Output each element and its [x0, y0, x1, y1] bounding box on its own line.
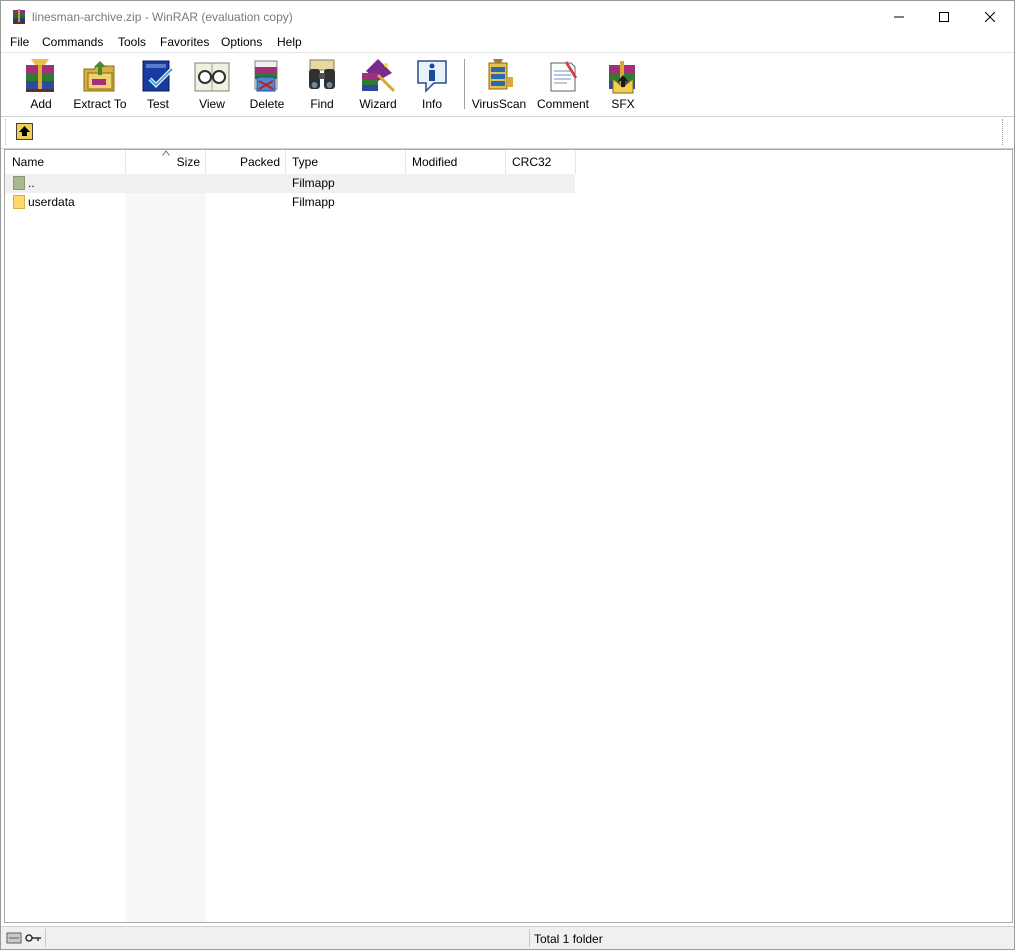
table-row[interactable]: .. Filmapp [5, 174, 575, 193]
sorted-column-background [126, 150, 206, 922]
up-folder-icon[interactable] [16, 123, 33, 140]
extract-folder-icon [83, 61, 115, 92]
column-header-crc32-label: CRC32 [512, 155, 552, 169]
menu-file[interactable]: File [10, 35, 29, 49]
minimize-button[interactable] [876, 1, 922, 33]
add-archive-icon [26, 59, 54, 92]
column-header-type[interactable]: Type [286, 150, 406, 174]
column-header-packed-label: Packed [239, 155, 280, 169]
toolbar-virusscan-button[interactable]: VirusScan [471, 57, 527, 113]
toolbar-sfx-label: SFX [611, 97, 635, 111]
info-icon [417, 60, 447, 93]
file-list[interactable]: Name Size Packed Type Modified CRC32 .. … [4, 149, 1013, 923]
toolbar-wizard-button[interactable]: Wizard [355, 57, 401, 113]
toolbar-delete-label: Delete [249, 97, 285, 111]
toolbar-sfx-button[interactable]: SFX [601, 57, 645, 113]
column-header-modified-label: Modified [412, 155, 458, 169]
status-bar: Total 1 folder [1, 926, 1014, 949]
table-row[interactable]: userdata Filmapp [5, 193, 575, 212]
binoculars-icon [309, 59, 335, 89]
view-glasses-icon [194, 62, 230, 92]
toolbar-separator [464, 59, 465, 109]
folder-icon [13, 195, 25, 209]
toolbar-info-label: Info [421, 97, 442, 111]
toolbar-add-label: Add [30, 97, 52, 111]
toolbar-delete-button[interactable]: Delete [245, 57, 289, 113]
menu-options[interactable]: Options [221, 35, 262, 49]
toolbar-find-label: Find [310, 97, 334, 111]
file-type: Filmapp [292, 176, 335, 190]
toolbar-test-label: Test [146, 97, 169, 111]
file-name: userdata [28, 195, 75, 209]
file-type: Filmapp [292, 195, 335, 209]
column-header-modified[interactable]: Modified [406, 150, 506, 174]
sort-ascending-icon [162, 150, 170, 156]
winrar-window: linesman-archive.zip - WinRAR (evaluatio… [0, 0, 1015, 950]
toolbar-comment-button[interactable]: Comment [533, 57, 593, 113]
column-header-crc32[interactable]: CRC32 [506, 150, 576, 174]
toolbar-comment-label: Comment [536, 97, 589, 111]
menu-bar: File Commands Tools Favorites Options He… [1, 33, 1014, 52]
window-title: linesman-archive.zip - WinRAR (evaluatio… [32, 10, 293, 24]
toolbar: Add Extract To Test View Delete Find Wiz… [1, 52, 1014, 116]
toolbar-view-button[interactable]: View [190, 57, 234, 113]
toolbar-extract-label: Extract To [73, 97, 127, 111]
status-pane-left [45, 929, 528, 947]
sfx-icon [609, 61, 635, 94]
menu-tools[interactable]: Tools [118, 35, 146, 49]
status-total-text: Total 1 folder [534, 932, 603, 946]
file-name: .. [28, 176, 35, 190]
status-pane-right: Total 1 folder [529, 929, 1013, 947]
address-bar-right-grip[interactable] [1002, 119, 1006, 145]
toolbar-add-button[interactable]: Add [14, 57, 68, 113]
close-icon [985, 12, 995, 22]
maximize-icon [939, 12, 949, 22]
toolbar-wizard-label: Wizard [359, 97, 397, 111]
address-bar [1, 116, 1014, 149]
column-header-name[interactable]: Name [5, 150, 126, 174]
delete-icon [254, 60, 278, 92]
menu-help[interactable]: Help [277, 35, 302, 49]
minimize-icon [894, 16, 904, 18]
drive-key-icon[interactable] [5, 929, 43, 947]
parent-folder-icon [13, 176, 25, 190]
address-bar-grip[interactable] [5, 119, 7, 145]
menu-favorites[interactable]: Favorites [160, 35, 209, 49]
column-header-name-label: Name [12, 155, 45, 169]
comment-icon [550, 61, 577, 92]
toolbar-info-button[interactable]: Info [411, 57, 453, 113]
toolbar-virusscan-label: VirusScan [471, 97, 527, 111]
toolbar-view-label: View [199, 97, 225, 111]
close-button[interactable] [967, 1, 1013, 33]
menu-commands[interactable]: Commands [42, 35, 103, 49]
toolbar-find-button[interactable]: Find [300, 57, 344, 113]
column-header-size-label: Size [176, 155, 200, 169]
virusscan-icon [488, 59, 513, 90]
toolbar-extract-button[interactable]: Extract To [73, 57, 127, 113]
winrar-app-icon[interactable] [11, 9, 27, 25]
wizard-icon [362, 59, 396, 93]
column-header-packed[interactable]: Packed [206, 150, 286, 174]
title-bar[interactable]: linesman-archive.zip - WinRAR (evaluatio… [1, 1, 1014, 33]
toolbar-test-button[interactable]: Test [137, 57, 179, 113]
column-header-type-label: Type [292, 155, 319, 169]
test-check-icon [142, 60, 174, 92]
maximize-button[interactable] [921, 1, 967, 33]
